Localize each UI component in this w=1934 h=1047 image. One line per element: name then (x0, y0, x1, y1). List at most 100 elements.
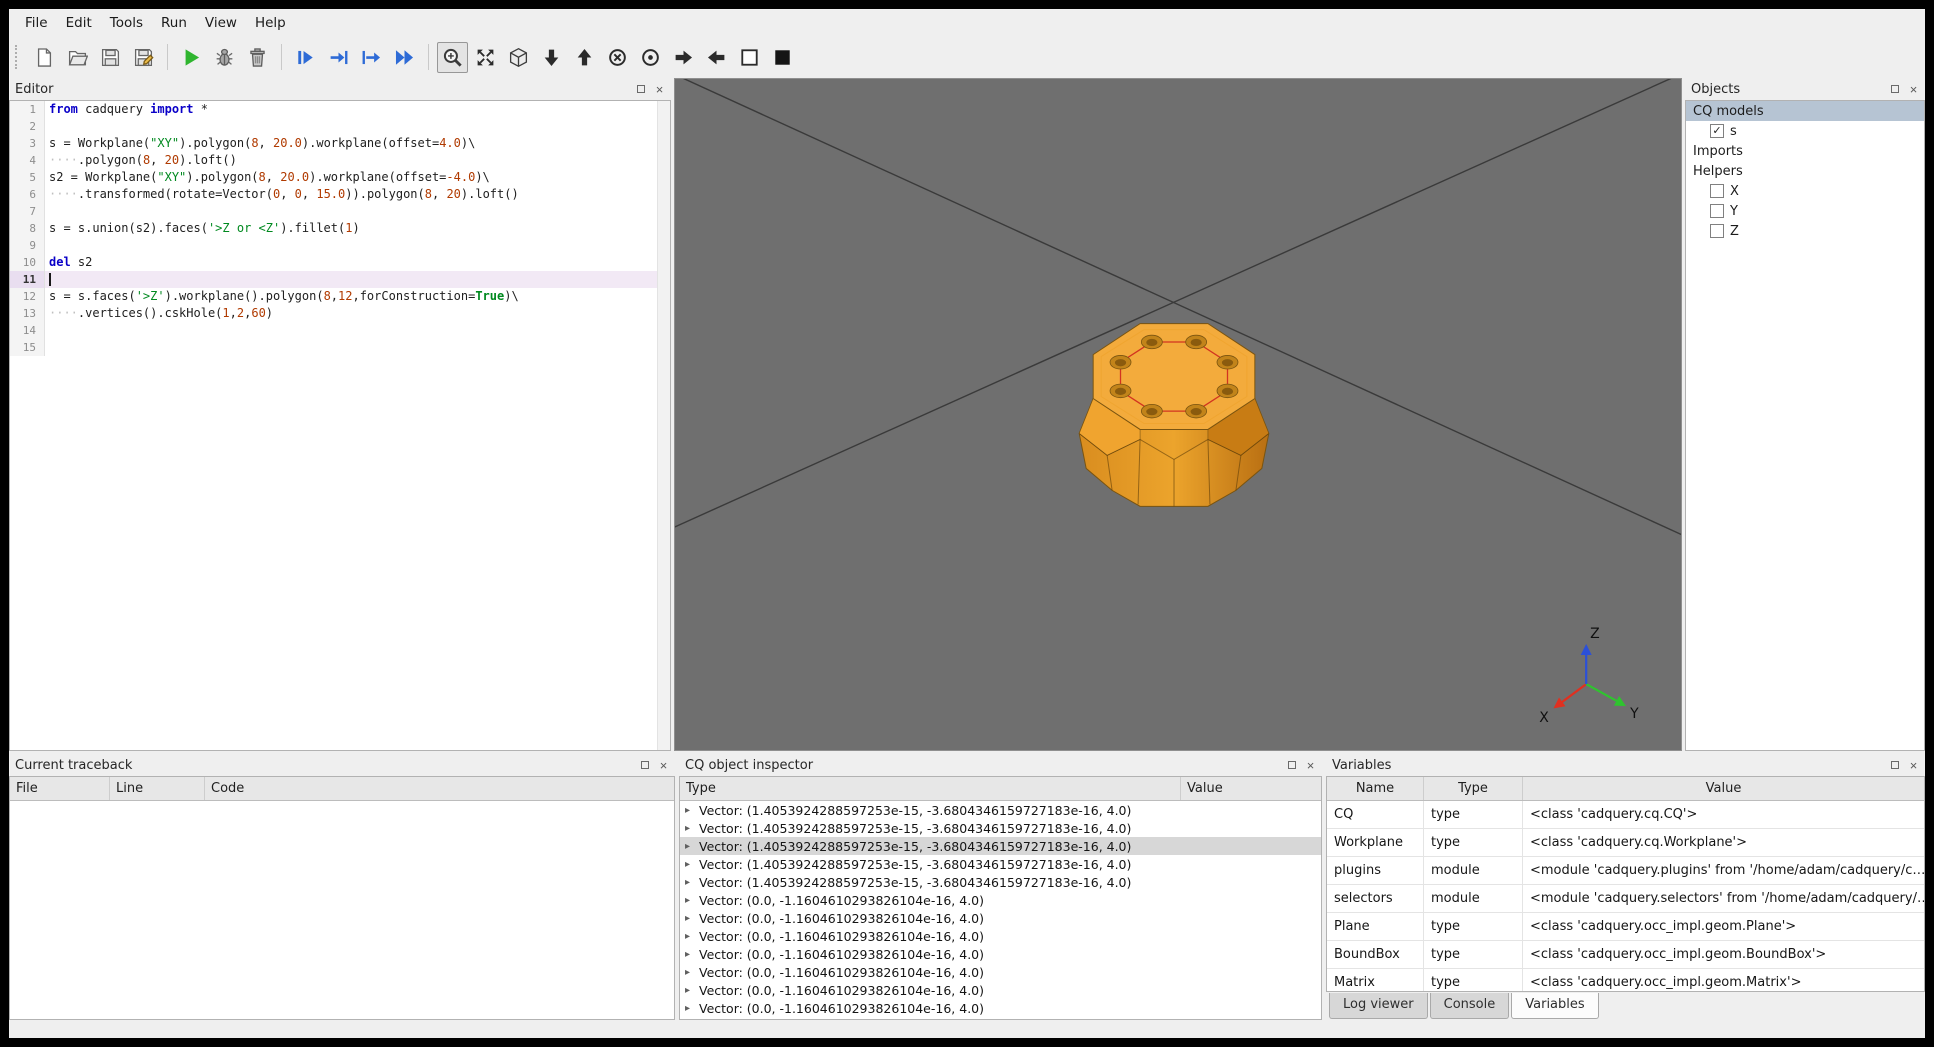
column-header-name[interactable]: Name (1327, 777, 1424, 800)
open-file-button[interactable] (62, 42, 93, 73)
expand-icon[interactable]: ▸ (685, 841, 694, 852)
view-front-button[interactable] (602, 42, 633, 73)
tree-item-imports[interactable]: Imports (1686, 141, 1924, 161)
view-right-button[interactable] (668, 42, 699, 73)
tree-item-x[interactable]: X (1686, 181, 1924, 201)
checkbox[interactable]: ✓ (1710, 124, 1724, 138)
tab-variables[interactable]: Variables (1511, 993, 1599, 1019)
debug-continue-button[interactable] (389, 42, 420, 73)
editor-line[interactable]: 5 s2 = Workplane("XY").polygon(8, 20.0).w… (10, 169, 657, 186)
inspector-row[interactable]: ▸ Vector: (0.0, -1.1604610293826104e-16, … (680, 945, 1321, 963)
menu-help[interactable]: Help (246, 11, 295, 35)
traceback-float-button[interactable] (636, 757, 653, 773)
inspector-row[interactable]: ▸ Vector: (1.4053924288597253e-15, -3.680… (680, 837, 1321, 855)
menu-edit[interactable]: Edit (57, 11, 101, 35)
inspector-row[interactable]: ▸ Vector: (1.4053924288597253e-15, -3.680… (680, 873, 1321, 891)
variable-row-matrix[interactable]: Matrix type <class 'cadquery.occ_impl.geom… (1327, 969, 1924, 991)
inspector-row[interactable]: ▸ Vector: (1.4053924288597253e-15, -3.680… (680, 855, 1321, 873)
menu-file[interactable]: File (16, 11, 57, 35)
expand-icon[interactable]: ▸ (685, 967, 694, 978)
traceback-close-button[interactable]: × (655, 757, 672, 773)
debug-step-out-button[interactable] (356, 42, 387, 73)
column-header-value[interactable]: Value (1181, 777, 1321, 800)
inspector-row[interactable]: ▸ Vector: (0.0, -1.1604610293826104e-16, … (680, 981, 1321, 999)
inspector-row[interactable]: ▸ Vector: (0.0, -1.1604610293826104e-16, … (680, 963, 1321, 981)
expand-icon[interactable]: ▸ (685, 1003, 694, 1014)
menu-run[interactable]: Run (152, 11, 196, 35)
inspector-row[interactable]: ▸ Vector: (0.0, -1.1604610293826104e-16, … (680, 927, 1321, 945)
variables-float-button[interactable] (1886, 757, 1903, 773)
variable-row-plugins[interactable]: plugins module <module 'cadquery.plugins' … (1327, 857, 1924, 885)
column-header-file[interactable]: File (10, 777, 110, 800)
view-left-button[interactable] (701, 42, 732, 73)
inspector-row[interactable]: ▸ Vector: (1.4053924288597253e-15, -3.680… (680, 801, 1321, 819)
inspector-row[interactable]: ▸ Vector: (0.0, -1.1604610293826104e-16, … (680, 999, 1321, 1017)
column-header-line[interactable]: Line (110, 777, 205, 800)
column-header-value[interactable]: Value (1523, 777, 1924, 800)
toolbar-handle[interactable] (15, 45, 23, 69)
fit-all-button[interactable] (470, 42, 501, 73)
checkbox[interactable] (1710, 184, 1724, 198)
variables-close-button[interactable]: × (1905, 757, 1922, 773)
editor-line[interactable]: 3s = Workplane("XY").polygon(8, 20.0).wo… (10, 135, 657, 152)
debug-step-into-button[interactable] (323, 42, 354, 73)
editor-line[interactable]: 10 del s2 (10, 254, 657, 271)
inspector-row[interactable]: ▸ Vector: (1.4053924288597253e-15, -3.680… (680, 819, 1321, 837)
variable-row-cq[interactable]: CQ type <class 'cadquery.cq.CQ'> (1327, 801, 1924, 829)
expand-icon[interactable]: ▸ (685, 877, 694, 888)
tree-item-helpers[interactable]: Helpers (1686, 161, 1924, 181)
inspector-row[interactable]: ▸ Vector: (0.0, -1.1604610293826104e-16, … (680, 909, 1321, 927)
editor-float-button[interactable] (632, 81, 649, 97)
editor-line[interactable]: 9 (10, 237, 657, 254)
shaded-view-button[interactable] (734, 42, 765, 73)
variable-row-workplane[interactable]: Workplane type <class 'cadquery.cq.Workpla… (1327, 829, 1924, 857)
new-file-button[interactable] (29, 42, 60, 73)
inspector-row[interactable]: ▸ Vector: (0.0, -1.1604610293826104e-16, … (680, 891, 1321, 909)
editor-line[interactable]: 12 s = s.faces('>Z').workplane().polygon(… (10, 288, 657, 305)
save-button[interactable] (95, 42, 126, 73)
delete-button[interactable] (242, 42, 273, 73)
run-button[interactable] (176, 42, 207, 73)
objects-float-button[interactable] (1886, 81, 1903, 97)
tab-log-viewer[interactable]: Log viewer (1329, 993, 1428, 1019)
editor-line[interactable]: 2 (10, 118, 657, 135)
editor-line[interactable]: 11 (10, 271, 657, 288)
tree-item-y[interactable]: Y (1686, 201, 1924, 221)
variable-row-selectors[interactable]: selectors module <module 'cadquery.selecto… (1327, 885, 1924, 913)
view-back-button[interactable] (635, 42, 666, 73)
tree-item-z[interactable]: Z (1686, 221, 1924, 241)
inspector-float-button[interactable] (1283, 757, 1300, 773)
view-up-button[interactable] (569, 42, 600, 73)
expand-icon[interactable]: ▸ (685, 985, 694, 996)
checkbox[interactable] (1710, 224, 1724, 238)
debug-step-button[interactable] (290, 42, 321, 73)
tab-console[interactable]: Console (1429, 993, 1510, 1019)
tree-item-s[interactable]: ✓ s (1686, 121, 1924, 141)
viewport-3d[interactable]: X Y Z (674, 78, 1682, 751)
editor-line[interactable]: 7 (10, 203, 657, 220)
iso-view-button[interactable] (503, 42, 534, 73)
editor-line[interactable]: 8s = s.union(s2).faces('>Z or <Z').fille… (10, 220, 657, 237)
menu-view[interactable]: View (196, 11, 246, 35)
variable-row-plane[interactable]: Plane type <class 'cadquery.occ_impl.geom.… (1327, 913, 1924, 941)
column-header-code[interactable]: Code (205, 777, 674, 800)
expand-icon[interactable]: ▸ (685, 895, 694, 906)
save-as-button[interactable] (128, 42, 159, 73)
variable-row-boundbox[interactable]: BoundBox type <class 'cadquery.occ_impl.ge… (1327, 941, 1924, 969)
column-header-type[interactable]: Type (680, 777, 1181, 800)
menu-tools[interactable]: Tools (101, 11, 152, 35)
debug-button[interactable] (209, 42, 240, 73)
editor-line[interactable]: 15 (10, 339, 657, 356)
editor-line[interactable]: 6 ····.transformed(rotate=Vector(0, 0, 15… (10, 186, 657, 203)
editor-line[interactable]: 4 ····.polygon(8, 20).loft() (10, 152, 657, 169)
column-header-type[interactable]: Type (1424, 777, 1523, 800)
zoom-fit-button[interactable] (437, 41, 468, 73)
wireframe-view-button[interactable] (767, 42, 798, 73)
checkbox[interactable] (1710, 204, 1724, 218)
expand-icon[interactable]: ▸ (685, 823, 694, 834)
editor-close-button[interactable]: × (651, 81, 668, 97)
view-down-button[interactable] (536, 42, 567, 73)
expand-icon[interactable]: ▸ (685, 931, 694, 942)
code-editor[interactable]: 1 from cadquery import * 2 3 s = Workplane("… (9, 100, 671, 751)
expand-icon[interactable]: ▸ (685, 859, 694, 870)
